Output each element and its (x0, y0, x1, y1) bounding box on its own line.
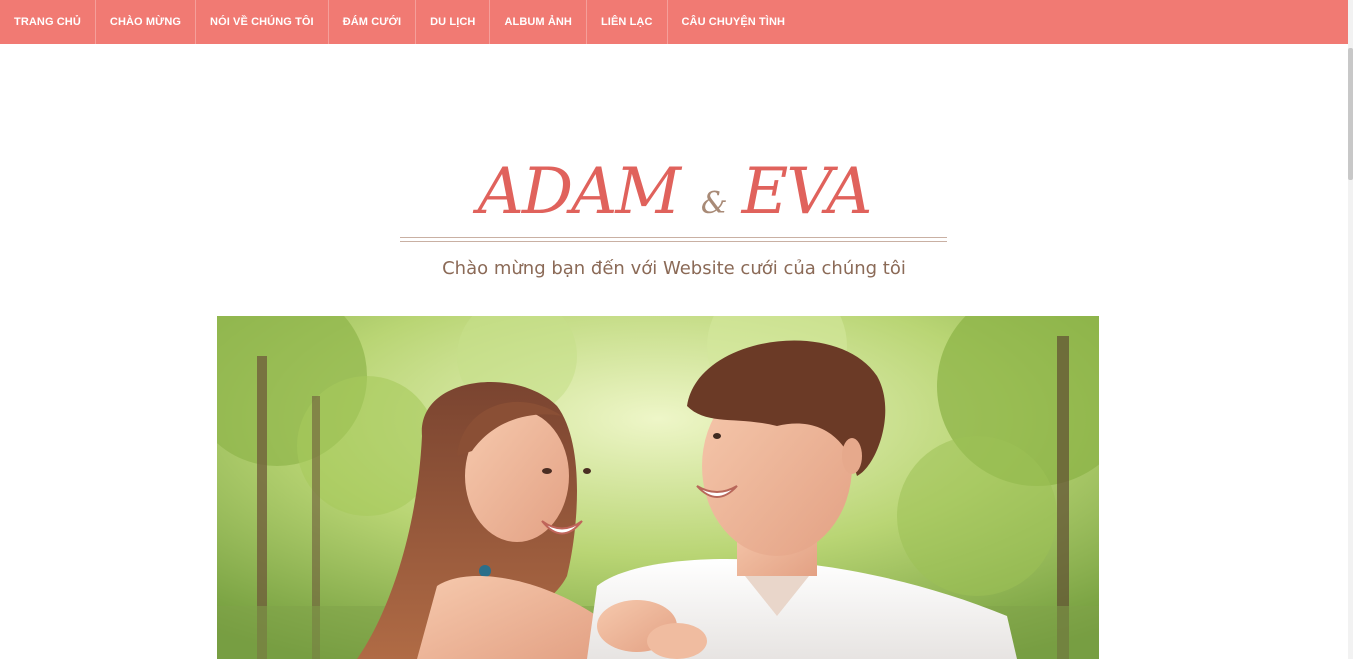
nav-item-love-story[interactable]: CÂU CHUYỆN TÌNH (668, 0, 800, 44)
nav-item-photo-album[interactable]: ALBUM ẢNH (490, 0, 587, 44)
scrollbar[interactable] (1348, 0, 1353, 659)
nav-item-travel[interactable]: DU LỊCH (416, 0, 491, 44)
welcome-subtitle: Chào mừng bạn đến với Website cưới của c… (442, 258, 906, 279)
couple-title: ADAM & EVA (0, 155, 1348, 229)
scrollbar-thumb[interactable] (1348, 48, 1353, 180)
groom-name: ADAM (477, 155, 681, 229)
bride-name: EVA (741, 155, 873, 229)
top-navigation: TRANG CHỦ CHÀO MỪNG NÓI VỀ CHÚNG TÔI ĐÁM… (0, 0, 1348, 44)
couple-photo-illustration (217, 316, 1099, 659)
ampersand: & (700, 186, 728, 221)
nav-item-contact[interactable]: LIÊN LẠC (587, 0, 668, 44)
nav-item-home[interactable]: TRANG CHỦ (0, 0, 96, 44)
nav-item-wedding[interactable]: ĐÁM CƯỚI (329, 0, 417, 44)
title-divider (400, 237, 947, 242)
page: TRANG CHỦ CHÀO MỪNG NÓI VỀ CHÚNG TÔI ĐÁM… (0, 0, 1353, 659)
nav-item-about-us[interactable]: NÓI VỀ CHÚNG TÔI (196, 0, 329, 44)
nav-item-welcome[interactable]: CHÀO MỪNG (96, 0, 197, 44)
couple-photo (217, 316, 1099, 659)
